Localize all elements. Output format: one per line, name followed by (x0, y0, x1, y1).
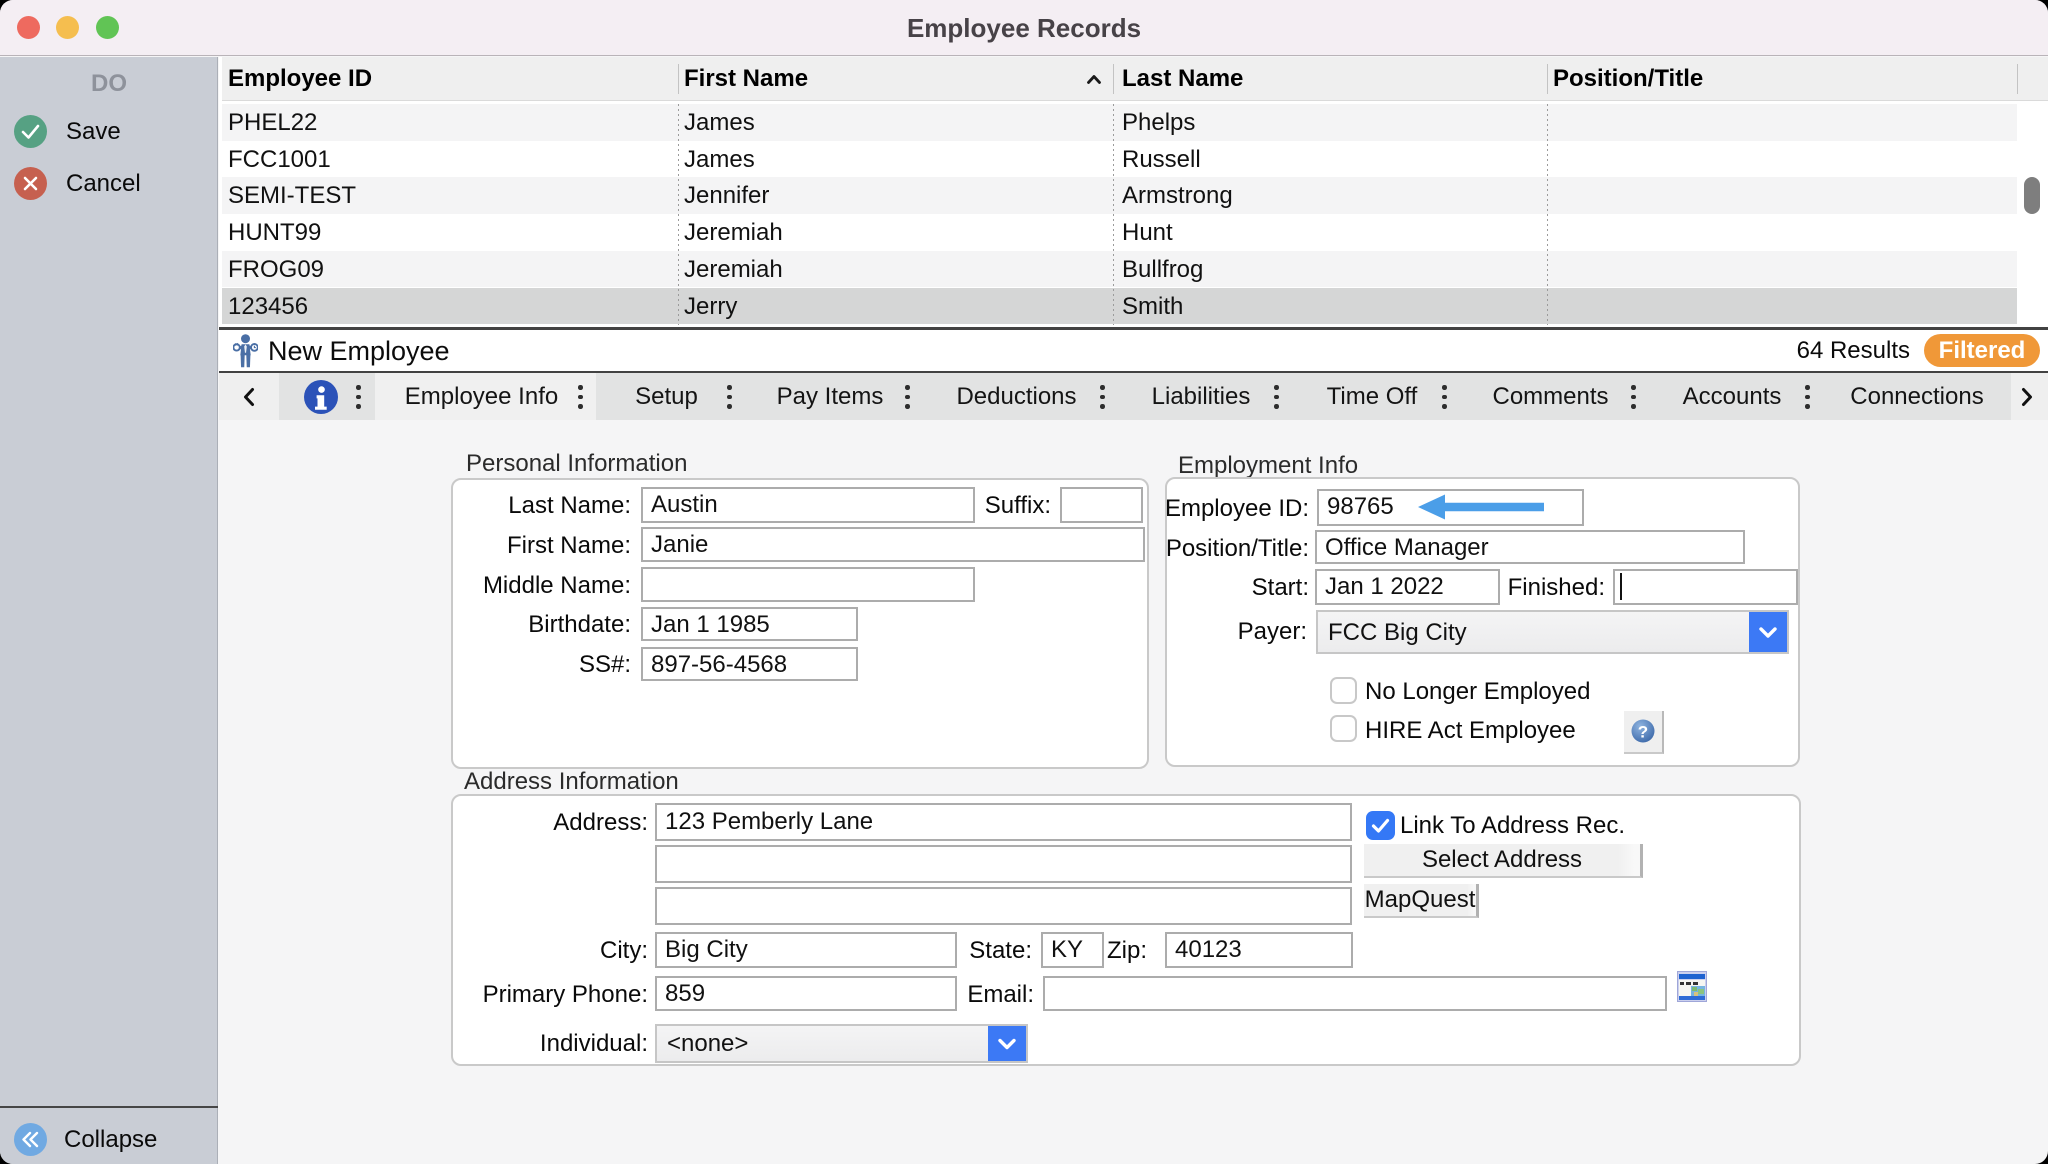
svg-text:?: ? (1638, 723, 1648, 742)
